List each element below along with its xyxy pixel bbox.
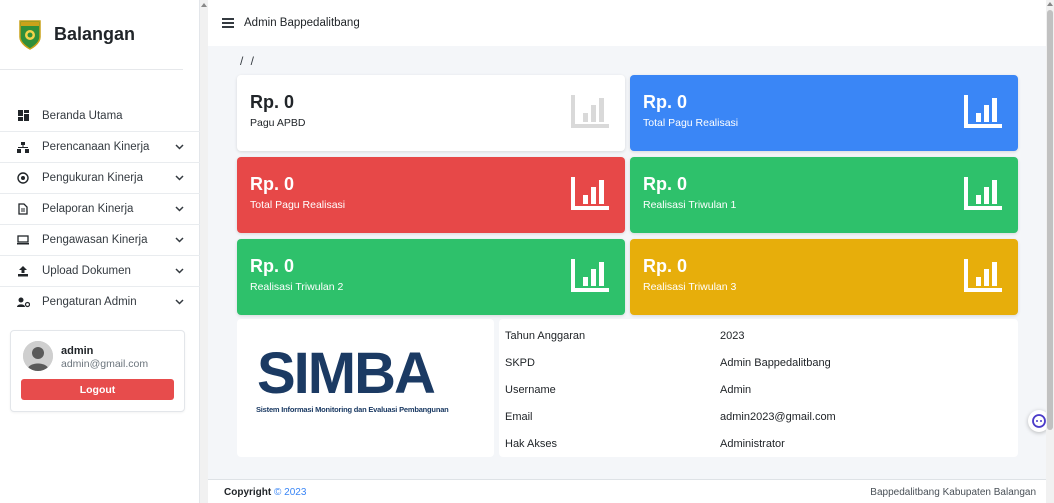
brand[interactable]: Balangan [0,0,183,70]
sidebar-item-label: Pelaporan Kinerja [42,203,134,215]
stat-amount: Rp. 0 [643,92,688,112]
info-row-tahun-anggaran: Tahun Anggaran 2023 [499,323,1018,350]
users-cog-icon [16,295,30,309]
stat-label: Realisasi Triwulan 3 [643,281,737,293]
user-avatar-icon [23,341,53,371]
info-key: Email [505,411,533,423]
bar-chart-icon [571,177,609,210]
sidebar-scrollbar[interactable] [200,0,208,503]
sidebar-item-perencanaan-kinerja[interactable]: Perencanaan Kinerja [0,131,200,162]
stat-card-realisasi-triwulan-3: Rp. 0 Realisasi Triwulan 3 [630,239,1018,315]
sidebar-item-pengawasan-kinerja[interactable]: Pengawasan Kinerja [0,224,200,255]
copyright-label: Copyright [224,487,272,498]
copyright-year[interactable]: © 2023 [274,487,306,498]
sidebar-item-upload-dokumen[interactable]: Upload Dokumen [0,255,200,286]
sidebar-item-label: Perencanaan Kinerja [42,141,150,153]
footer-copyright: Copyright © 2023 [224,487,306,498]
sidebar-item-pelaporan-kinerja[interactable]: Pelaporan Kinerja [0,193,200,224]
page-scrollbar[interactable] [1046,0,1054,503]
sidebar-item-label: Pengaturan Admin [42,296,137,308]
bar-chart-icon [964,177,1002,210]
profile-info-panel: Tahun Anggaran 2023 SKPD Admin Bappedali… [499,319,1018,457]
scrollbar-thumb[interactable] [1047,10,1053,430]
stat-label: Realisasi Triwulan 1 [643,199,737,211]
sidebar-item-pengaturan-admin[interactable]: Pengaturan Admin [0,286,200,317]
user-card: admin admin@gmail.com Logout [10,330,185,412]
logout-button[interactable]: Logout [21,379,174,400]
header-title: Admin Bappedalitbang [244,17,360,29]
info-value: Admin [720,384,752,396]
stat-card-total-pagu-realisasi-2: Rp. 0 Total Pagu Realisasi [237,157,625,233]
info-value: Admin Bappedalitbang [720,357,831,369]
user-email: admin@gmail.com [61,358,149,370]
stat-card-realisasi-triwulan-1: Rp. 0 Realisasi Triwulan 1 [630,157,1018,233]
bar-chart-icon [571,259,609,292]
upload-icon [16,264,30,278]
info-row-email: Email admin2023@gmail.com [499,404,1018,431]
hamburger-menu-icon[interactable] [222,18,234,28]
sidebar-item-label: Beranda Utama [42,109,123,122]
top-header: Admin Bappedalitbang [208,0,1046,46]
stat-label: Total Pagu Realisasi [643,117,739,129]
stat-amount: Rp. 0 [250,174,295,194]
user-name: admin [61,345,94,357]
stat-label: Pagu APBD [250,117,306,129]
stat-amount: Rp. 0 [643,174,688,194]
bar-chart-icon [571,95,609,128]
breadcrumb: / / [240,54,257,68]
stat-amount: Rp. 0 [250,256,295,276]
chevron-down-icon [174,235,184,245]
scroll-up-arrow-icon[interactable] [201,3,207,7]
chevron-down-icon [174,297,184,307]
info-key: Hak Akses [505,438,557,450]
info-key: Username [505,384,556,396]
monitor-icon [16,233,30,247]
info-key: Tahun Anggaran [505,330,586,342]
file-icon [16,202,30,216]
stat-label: Realisasi Triwulan 2 [250,281,344,293]
simba-logo-panel: SIMBA Sistem Informasi Monitoring dan Ev… [237,319,494,457]
chevron-down-icon [174,266,184,276]
stat-card-pagu-apbd: Rp. 0 Pagu APBD [237,75,625,151]
sidebar-item-pengukuran-kinerja[interactable]: Pengukuran Kinerja [0,162,200,193]
stat-amount: Rp. 0 [643,256,688,276]
info-value: 2023 [720,330,745,342]
info-key: SKPD [505,357,535,369]
sidebar-item-label: Pengawasan Kinerja [42,234,148,246]
stat-amount: Rp. 0 [250,92,295,112]
info-row-hak-akses: Hak Akses Administrator [499,431,1018,458]
scroll-up-arrow-icon[interactable] [1047,2,1053,6]
sidebar-item-label: Pengukuran Kinerja [42,172,144,184]
sidebar: Balangan Beranda Utama Perencanaan Kiner… [0,0,200,503]
stat-card-total-pagu-realisasi: Rp. 0 Total Pagu Realisasi [630,75,1018,151]
footer: Copyright © 2023 Bappedalitbang Kabupate… [208,479,1046,503]
simba-logo: SIMBA [257,341,436,406]
sidebar-menu: Beranda Utama Perencanaan Kinerja Penguk… [0,100,200,317]
sitemap-icon [16,140,30,154]
dashboard-icon [16,109,30,123]
sidebar-item-beranda-utama[interactable]: Beranda Utama [0,100,200,131]
info-row-username: Username Admin [499,377,1018,404]
bar-chart-icon [964,259,1002,292]
bar-chart-icon [964,95,1002,128]
info-value: Administrator [720,438,785,450]
chat-bubble-icon [1032,414,1046,428]
footer-org: Bappedalitbang Kabupaten Balangan [870,487,1036,498]
chevron-down-icon [174,173,184,183]
chevron-down-icon [174,142,184,152]
info-row-skpd: SKPD Admin Bappedalitbang [499,350,1018,377]
sidebar-item-label: Upload Dokumen [42,265,131,277]
stat-label: Total Pagu Realisasi [250,199,346,211]
info-value: admin2023@gmail.com [720,411,836,423]
balangan-logo-icon [19,19,41,50]
stat-card-realisasi-triwulan-2: Rp. 0 Realisasi Triwulan 2 [237,239,625,315]
target-icon [16,171,30,185]
avatar[interactable] [23,341,53,371]
chevron-down-icon [174,204,184,214]
simba-subtitle: Sistem Informasi Monitoring dan Evaluasi… [256,405,449,414]
brand-name: Balangan [54,24,136,44]
